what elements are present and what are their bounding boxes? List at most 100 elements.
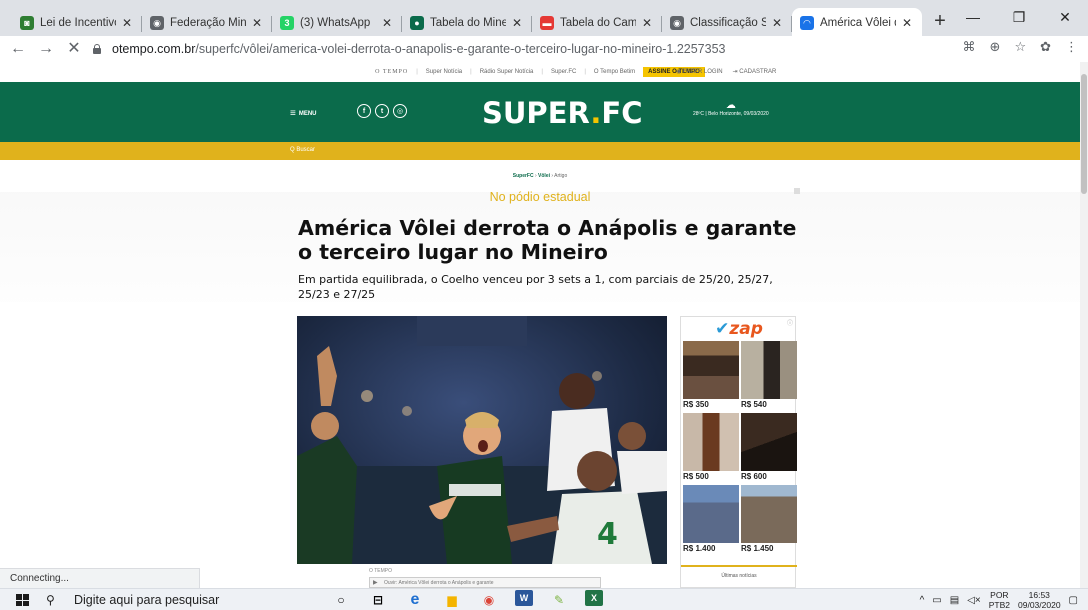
browser-tab[interactable]: ◠ América Vôlei der ✕ (792, 8, 922, 38)
taskbar-search-placeholder: Digite aqui para pesquisar (74, 593, 220, 607)
word-icon[interactable]: W (515, 590, 533, 606)
site-topbar: O TEMPO | Super Notícia | Rádio Super No… (0, 62, 1080, 82)
taskbar-search[interactable]: ⚲ Digite aqui para pesquisar (46, 591, 290, 609)
ad-listing[interactable]: R$ 1.450 (741, 485, 797, 553)
volume-icon[interactable]: ◁× (967, 595, 981, 606)
new-tab-button[interactable]: + (930, 11, 950, 32)
advertisement-zap[interactable]: ⓘ ✔zap R$ 350 R$ 540 R$ 500 R$ 600 R$ 1.… (680, 316, 797, 588)
clock-time: 16:53 (1028, 590, 1050, 600)
file-explorer-icon[interactable]: ▆ (441, 590, 463, 610)
tab-list: ◙ Lei de Incentivo ao ✕ ◉ Federação Mineira ✕… (12, 8, 922, 38)
article-kicker: No pódio estadual (489, 190, 591, 204)
tab-close-icon[interactable]: ✕ (640, 16, 654, 30)
taskbar-apps: ○ ⊟ e ▆ ◉ W ✎ X (330, 590, 603, 610)
lock-icon (92, 44, 102, 54)
topbar-link-radio[interactable]: Rádio Super Notícia (480, 69, 534, 75)
audio-player[interactable]: Ouvir: América Vôlei derrota o Anápolis … (369, 577, 601, 588)
window-controls: — ❐ ✕ (950, 0, 1088, 34)
bookmark-star-icon[interactable]: ☆ (1014, 39, 1026, 55)
extension-icon[interactable]: ✿ (1040, 39, 1051, 55)
site-logo[interactable]: SUPER.FC (482, 96, 643, 130)
scrollbar-thumb[interactable] (1081, 74, 1087, 194)
restore-button[interactable]: ❐ (996, 0, 1042, 34)
breadcrumb-volei[interactable]: Vôlei (538, 173, 550, 179)
forward-button[interactable]: → (36, 39, 56, 59)
weather-widget: ☁ 28ºC | Belo Horizonte, 09/03/2020 (693, 100, 769, 117)
toolbar-icons: ⌘ ⊕ ☆ ✿ ⋮ (963, 39, 1078, 55)
tab-close-icon[interactable]: ✕ (510, 16, 524, 30)
edge-icon[interactable]: e (404, 590, 426, 610)
close-window-button[interactable]: ✕ (1042, 0, 1088, 34)
listing-image (741, 413, 797, 471)
tab-close-icon[interactable]: ✕ (120, 16, 134, 30)
stop-loading-button[interactable]: ✕ (64, 39, 84, 59)
url-host: otempo.com.br (112, 42, 196, 56)
listing-image (683, 485, 739, 543)
chrome-icon[interactable]: ◉ (478, 590, 500, 610)
topbar-link-super-noticia[interactable]: Super Notícia (426, 69, 462, 75)
article-photo[interactable]: 4 (297, 316, 667, 564)
clock[interactable]: 16:53 09/03/2020 (1018, 590, 1061, 610)
task-view-icon[interactable]: ⊟ (367, 590, 389, 610)
twitter-icon[interactable]: t (375, 104, 389, 118)
windows-start-icon[interactable] (16, 594, 30, 606)
social-links: f t ◎ (357, 104, 407, 118)
battery-icon[interactable]: ▭ (932, 595, 941, 606)
status-bubble: Connecting... (0, 568, 200, 588)
login-link[interactable]: ◉ FAZER LOGIN (676, 68, 723, 75)
browser-tab[interactable]: ◉ Classificação Supe ✕ (662, 8, 792, 38)
volleyball-players-image: 4 (297, 316, 667, 564)
browser-tab[interactable]: 3 (3) WhatsApp ✕ (272, 8, 402, 38)
back-button[interactable]: ← (8, 39, 28, 59)
browser-tab[interactable]: ▬ Tabela do Campeo ✕ (532, 8, 662, 38)
page-scrollbar[interactable] (1080, 62, 1088, 588)
ad-listing[interactable]: R$ 1.400 (683, 485, 739, 553)
ad-listing[interactable]: R$ 350 (683, 341, 739, 409)
paint-icon[interactable]: ✎ (548, 590, 570, 610)
ad-listing[interactable]: R$ 600 (741, 413, 797, 481)
topbar-link-otempo[interactable]: O TEMPO (375, 69, 408, 75)
photo-credit: O TEMPO (369, 568, 392, 574)
breadcrumb-superfc[interactable]: SuperFC (513, 173, 534, 179)
chevron-up-icon[interactable]: ^ (920, 595, 925, 606)
user-icon: ◉ (676, 69, 683, 75)
tab-close-icon[interactable]: ✕ (250, 16, 264, 30)
input-language[interactable]: POR PTB2 (989, 590, 1010, 610)
tab-title: Tabela do Mineiro (430, 17, 506, 29)
topbar-link-superfc[interactable]: Super.FC (551, 69, 576, 75)
listing-image (741, 341, 797, 399)
network-icon[interactable]: ▤ (950, 595, 959, 606)
ad-listing[interactable]: R$ 500 (683, 413, 739, 481)
tab-title: Lei de Incentivo ao (40, 17, 116, 29)
menu-button[interactable]: ≡ MENU (290, 108, 317, 119)
listing-price: R$ 500 (683, 472, 709, 481)
cortana-icon[interactable]: ○ (330, 590, 352, 610)
browser-tab[interactable]: ● Tabela do Mineiro ✕ (402, 8, 532, 38)
tab-close-icon[interactable]: ✕ (770, 16, 784, 30)
zoom-icon[interactable]: ⊕ (990, 39, 1001, 55)
minimize-button[interactable]: — (950, 0, 996, 34)
translate-icon[interactable]: ⌘ (963, 39, 976, 55)
topbar-link-betim[interactable]: O Tempo Betim (594, 69, 635, 75)
article-title: América Vôlei derrota o Anápolis e garan… (298, 216, 797, 264)
register-link[interactable]: ⇥ CADASTRAR (733, 68, 777, 75)
menu-icon[interactable]: ⋮ (1065, 39, 1078, 55)
tab-favicon-icon: ● (410, 16, 424, 30)
instagram-icon[interactable]: ◎ (393, 104, 407, 118)
ad-listing[interactable]: R$ 540 (741, 341, 797, 409)
menu-label: MENU (298, 110, 317, 117)
tab-close-icon[interactable]: ✕ (380, 16, 394, 30)
tab-favicon-icon: ◙ (20, 16, 34, 30)
browser-tab[interactable]: ◉ Federação Mineira ✕ (142, 8, 272, 38)
notifications-icon[interactable]: ▢ (1069, 595, 1078, 606)
site-search-bar[interactable]: Q Buscar (0, 142, 1080, 160)
system-tray: ^ ▭ ▤ ◁× POR PTB2 16:53 09/03/2020 ▢ (920, 590, 1078, 610)
browser-tab[interactable]: ◙ Lei de Incentivo ao ✕ (12, 8, 142, 38)
excel-icon[interactable]: X (585, 590, 603, 606)
latest-news-label[interactable]: Últimas notícias (681, 565, 797, 579)
tab-title: Classificação Supe (690, 17, 766, 29)
tab-favicon-icon: 3 (280, 16, 294, 30)
tab-close-icon[interactable]: ✕ (900, 16, 914, 30)
address-bar[interactable]: otempo.com.br/superfc/vôlei/america-vole… (92, 39, 922, 59)
facebook-icon[interactable]: f (357, 104, 371, 118)
